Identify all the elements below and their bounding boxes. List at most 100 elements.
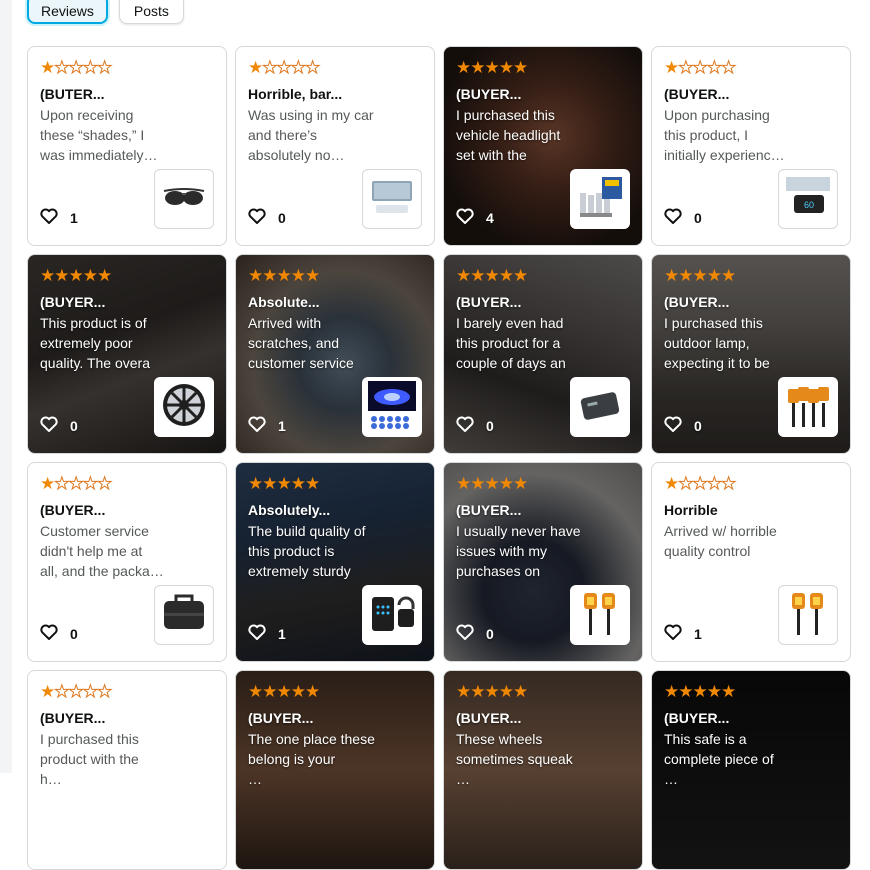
like-button[interactable]: 1 [664, 624, 702, 643]
product-thumbnail[interactable] [570, 585, 630, 645]
product-thumbnail[interactable] [362, 169, 422, 229]
star-icon: ★ [706, 474, 722, 493]
product-thumbnail[interactable] [570, 377, 630, 437]
review-card[interactable]: ★★★★★ (BUYER... The one place these belong … [235, 670, 435, 870]
tab-reviews[interactable]: Reviews [27, 0, 108, 24]
review-card[interactable]: ★★★★★ (BUYER... I usually never have issues… [443, 462, 643, 662]
star-rating: ★★★★★ [456, 266, 528, 285]
like-button[interactable]: 0 [40, 416, 78, 435]
review-title: (BUTER... [40, 86, 105, 102]
review-card[interactable]: ★★★★★ (BUYER... Customer service didn't hel… [27, 462, 227, 662]
review-card[interactable]: ★★★★★ (BUYER... Upon purchasing this produc… [651, 46, 851, 246]
laptop-bag-icon [158, 587, 210, 644]
like-count: 0 [694, 209, 702, 226]
review-card[interactable]: ★★★★★ Horrible, bar... Was using in my car… [235, 46, 435, 246]
star-icon: ★ [664, 58, 679, 77]
like-button[interactable]: 0 [248, 208, 286, 227]
star-icon: ★ [706, 58, 722, 77]
review-text-line: was immediately… [40, 147, 158, 163]
heart-icon [248, 208, 266, 227]
star-icon: ★ [262, 58, 278, 77]
star-icon: ★ [276, 58, 292, 77]
like-button[interactable]: 0 [456, 624, 494, 643]
star-icon: ★ [262, 266, 277, 285]
star-icon: ★ [720, 474, 736, 493]
like-button[interactable]: 0 [40, 624, 78, 643]
review-card[interactable]: ★★★★★ (BUYER... I purchased this outdoor la… [651, 254, 851, 454]
product-thumbnail[interactable] [362, 585, 422, 645]
review-text-line: customer service [248, 355, 354, 371]
hubcap-icon [158, 379, 210, 436]
star-icon: ★ [248, 266, 263, 285]
heart-icon [40, 624, 58, 643]
like-count: 0 [486, 417, 494, 434]
like-button[interactable]: 4 [456, 208, 494, 227]
star-icon: ★ [276, 266, 292, 285]
product-thumbnail[interactable]: 60 [778, 169, 838, 229]
review-text-line: initially experienc… [664, 147, 785, 163]
key-lockbox-icon [366, 587, 418, 644]
review-text: I purchased this vehicle headlight set wit… [456, 105, 586, 165]
heart-icon [456, 208, 474, 227]
star-rating: ★★★★★ [664, 267, 736, 285]
review-text-line: I barely even had [456, 315, 564, 331]
star-icon: ★ [96, 58, 112, 77]
like-button[interactable]: 1 [248, 624, 286, 643]
headlight-bulbs-icon [574, 171, 626, 228]
review-card[interactable]: ★★★★★ Absolute... Arrived with scratches, a… [235, 254, 435, 454]
review-title: Absolute... [248, 294, 320, 310]
review-card[interactable]: ★★★★★ (BUTER... Upon receiving these “shade… [27, 46, 227, 246]
review-card[interactable]: ★★★★★ Horrible Arrived w/ horrible quality … [651, 462, 851, 662]
heart-icon [248, 416, 266, 435]
review-grid: ★★★★★ (BUTER... Upon receiving these “shade… [27, 46, 851, 870]
star-icon: ★ [54, 682, 70, 701]
product-thumbnail[interactable] [570, 169, 630, 229]
product-thumbnail[interactable] [154, 169, 214, 229]
review-text-line: this product for a [456, 335, 561, 351]
star-icon: ★ [513, 474, 528, 493]
star-icon: ★ [456, 474, 471, 493]
tab-posts[interactable]: Posts [118, 0, 184, 24]
like-button[interactable]: 0 [664, 208, 702, 227]
like-button[interactable]: 1 [248, 416, 286, 435]
heart-icon [456, 416, 474, 435]
review-title: Horrible [664, 502, 718, 518]
left-gutter [0, 0, 12, 773]
heart-icon [664, 624, 682, 643]
review-text-line: I purchased this [40, 731, 139, 747]
review-text-line: This product is of [40, 315, 147, 331]
product-thumbnail[interactable] [154, 377, 214, 437]
product-thumbnail[interactable] [362, 377, 422, 437]
product-thumbnail[interactable] [154, 585, 214, 645]
review-card[interactable]: ★★★★★ (BUYER... I purchased this product wi… [27, 670, 227, 870]
like-button[interactable]: 0 [664, 416, 702, 435]
star-icon: ★ [664, 682, 679, 701]
review-title: (BUYER... [456, 86, 522, 102]
review-text-line: product with the [40, 751, 139, 767]
review-text-line: These wheels [456, 731, 543, 747]
like-button[interactable]: 1 [40, 208, 78, 227]
review-text: The one place these belong is your… [248, 729, 378, 789]
like-count: 1 [278, 625, 286, 642]
review-title: (BUYER... [664, 710, 730, 726]
star-icon: ★ [54, 266, 69, 285]
review-text-line: these “shades,” I [40, 127, 145, 143]
review-text-line: I purchased this [456, 107, 555, 123]
product-thumbnail[interactable] [778, 585, 838, 645]
review-card[interactable]: ★★★★★ (BUYER... This product is of extremel… [27, 254, 227, 454]
review-card[interactable]: ★★★★★ (BUYER... I purchased this vehicle he… [443, 46, 643, 246]
review-text-line: scratches, and [248, 335, 340, 351]
review-card[interactable]: ★★★★★ Absolutely... The build quality of th… [235, 462, 435, 662]
review-card[interactable]: ★★★★★ (BUYER... This safe is a complete pie… [651, 670, 851, 870]
star-icon: ★ [40, 58, 55, 77]
review-card[interactable]: ★★★★★ (BUYER... These wheels sometimes sque… [443, 670, 643, 870]
like-button[interactable]: 0 [456, 416, 494, 435]
review-card[interactable]: ★★★★★ (BUYER... I barely even had this prod… [443, 254, 643, 454]
star-icon: ★ [290, 58, 306, 77]
star-icon: ★ [513, 58, 528, 77]
product-thumbnail[interactable] [778, 377, 838, 437]
review-text: I barely even had this product for a coupl… [456, 313, 586, 373]
review-text-line: I purchased this [664, 315, 763, 331]
star-icon: ★ [290, 266, 306, 285]
star-icon: ★ [456, 266, 471, 285]
